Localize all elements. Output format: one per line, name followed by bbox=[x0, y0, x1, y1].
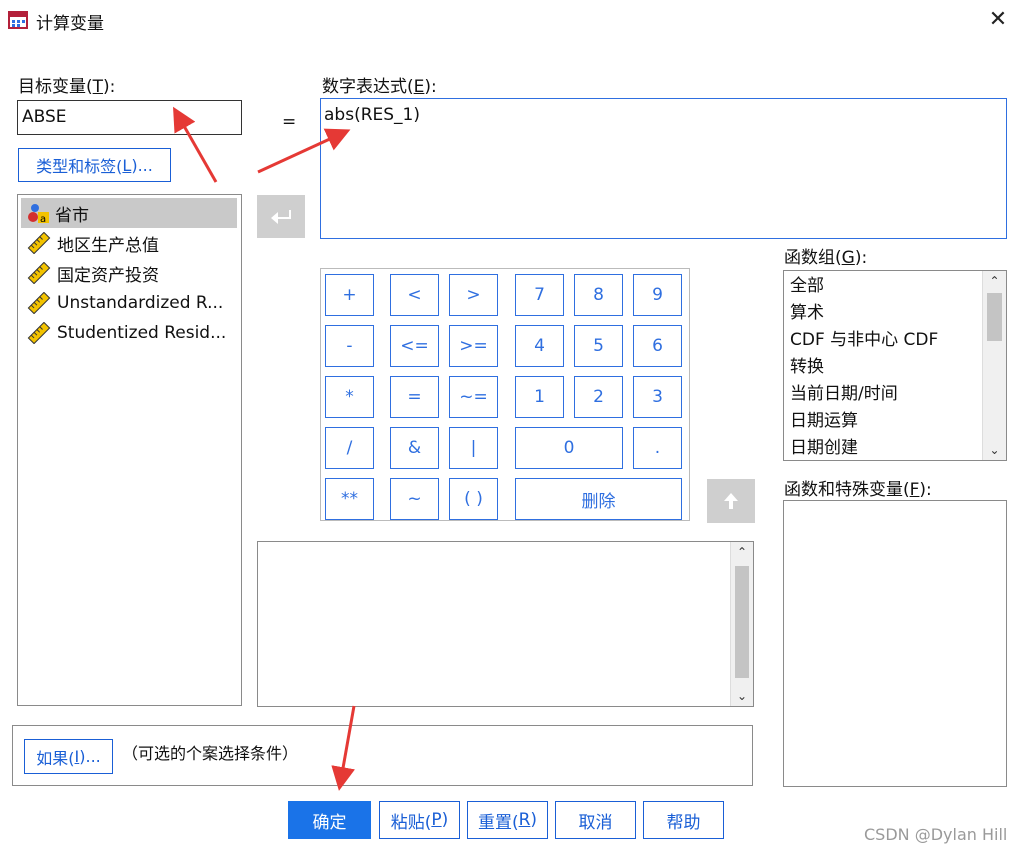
key-not-equal[interactable]: ~= bbox=[449, 376, 498, 418]
function-group-list[interactable]: 全部 算术 CDF 与非中心 CDF 转换 当前日期/时间 日期运算 日期创建 … bbox=[783, 270, 1007, 461]
list-item[interactable]: Studentized Resid... bbox=[21, 318, 237, 348]
close-icon[interactable]: ✕ bbox=[986, 8, 1010, 32]
list-item[interactable]: 当前日期/时间 bbox=[784, 381, 980, 408]
variable-list[interactable]: a 省市 地区生产总值 国定资产投资 Unstandardized R... S… bbox=[17, 194, 242, 706]
scroll-thumb[interactable] bbox=[987, 293, 1002, 341]
key-0[interactable]: 0 bbox=[515, 427, 623, 469]
function-group-label: 函数组(G): bbox=[784, 248, 868, 268]
key-8[interactable]: 8 bbox=[574, 274, 623, 316]
arrow-left-icon bbox=[271, 209, 291, 224]
list-item[interactable]: Unstandardized R... bbox=[21, 288, 237, 318]
reset-button[interactable]: 重置(R) bbox=[467, 801, 548, 839]
list-item[interactable]: 算术 bbox=[784, 300, 980, 327]
paste-button[interactable]: 粘贴(P) bbox=[379, 801, 460, 839]
key-5[interactable]: 5 bbox=[574, 325, 623, 367]
key-1[interactable]: 1 bbox=[515, 376, 564, 418]
key-greater-than[interactable]: > bbox=[449, 274, 498, 316]
arrow-up-icon bbox=[724, 493, 738, 509]
variable-label: Studentized Resid... bbox=[57, 323, 227, 343]
list-item[interactable]: CDF 与非中心 CDF bbox=[784, 327, 980, 354]
scale-ruler-icon bbox=[27, 232, 51, 254]
ok-button[interactable]: 确定 bbox=[288, 801, 371, 839]
scale-ruler-icon bbox=[27, 322, 51, 344]
variable-label: 国定资产投资 bbox=[57, 265, 159, 286]
list-item[interactable]: 全部 bbox=[784, 273, 980, 300]
key-plus[interactable]: + bbox=[325, 274, 374, 316]
key-or[interactable]: | bbox=[449, 427, 498, 469]
title-bar: 计算变量 ✕ bbox=[0, 0, 1024, 40]
expression-input[interactable]: abs(RES_1) bbox=[320, 98, 1007, 239]
description-scrollbar[interactable]: ⌃ ⌄ bbox=[730, 542, 753, 706]
help-button[interactable]: 帮助 bbox=[643, 801, 724, 839]
scroll-down-icon[interactable]: ⌄ bbox=[983, 440, 1006, 460]
key-delete[interactable]: 删除 bbox=[515, 478, 682, 520]
expression-label: 数字表达式(E): bbox=[322, 77, 437, 97]
key-6[interactable]: 6 bbox=[633, 325, 682, 367]
list-item[interactable]: a 省市 bbox=[21, 198, 237, 228]
cancel-button[interactable]: 取消 bbox=[555, 801, 636, 839]
key-greater-equal[interactable]: >= bbox=[449, 325, 498, 367]
key-equals[interactable]: = bbox=[390, 376, 439, 418]
target-variable-label: 目标变量(T): bbox=[18, 77, 116, 97]
variable-label: Unstandardized R... bbox=[57, 293, 224, 313]
scroll-up-icon[interactable]: ⌃ bbox=[731, 542, 753, 562]
key-4[interactable]: 4 bbox=[515, 325, 564, 367]
nominal-string-icon: a bbox=[28, 204, 49, 224]
key-not[interactable]: ~ bbox=[390, 478, 439, 520]
list-item[interactable]: 日期运算 bbox=[784, 408, 980, 435]
key-9[interactable]: 9 bbox=[633, 274, 682, 316]
list-item[interactable]: 地区生产总值 bbox=[21, 228, 237, 258]
scroll-up-icon[interactable]: ⌃ bbox=[983, 271, 1006, 291]
list-item[interactable]: 日期创建 bbox=[784, 435, 980, 462]
key-3[interactable]: 3 bbox=[633, 376, 682, 418]
key-less-equal[interactable]: <= bbox=[390, 325, 439, 367]
scroll-down-icon[interactable]: ⌄ bbox=[731, 686, 753, 706]
key-and[interactable]: & bbox=[390, 427, 439, 469]
functions-label: 函数和特殊变量(F): bbox=[784, 480, 932, 500]
scale-ruler-icon bbox=[27, 292, 51, 314]
calculator-app-icon bbox=[8, 11, 28, 29]
key-2[interactable]: 2 bbox=[574, 376, 623, 418]
key-multiply[interactable]: * bbox=[325, 376, 374, 418]
if-hint-text: （可选的个案选择条件） bbox=[122, 744, 299, 763]
key-less-than[interactable]: < bbox=[390, 274, 439, 316]
equals-sign: = bbox=[282, 112, 297, 132]
variable-label: 地区生产总值 bbox=[57, 235, 159, 256]
type-and-label-button[interactable]: 类型和标签(L)... bbox=[18, 148, 171, 182]
function-group-scrollbar[interactable]: ⌃ ⌄ bbox=[982, 271, 1006, 460]
target-variable-input[interactable]: ABSE bbox=[17, 100, 242, 135]
key-power[interactable]: ** bbox=[325, 478, 374, 520]
key-parentheses[interactable]: ( ) bbox=[449, 478, 498, 520]
insert-function-button[interactable] bbox=[707, 479, 755, 523]
list-item[interactable]: 转换 bbox=[784, 354, 980, 381]
key-7[interactable]: 7 bbox=[515, 274, 564, 316]
list-item[interactable]: 国定资产投资 bbox=[21, 258, 237, 288]
functions-list[interactable] bbox=[783, 500, 1007, 787]
variable-label: 省市 bbox=[55, 205, 89, 226]
window-title: 计算变量 bbox=[36, 14, 104, 34]
if-button[interactable]: 如果(I)... bbox=[24, 739, 113, 774]
watermark: CSDN @Dylan Hill bbox=[864, 825, 1008, 844]
scroll-thumb[interactable] bbox=[735, 566, 749, 678]
scale-ruler-icon bbox=[27, 262, 51, 284]
svg-text:a: a bbox=[40, 214, 46, 224]
move-to-expression-button[interactable] bbox=[257, 195, 305, 238]
key-dot[interactable]: . bbox=[633, 427, 682, 469]
key-divide[interactable]: / bbox=[325, 427, 374, 469]
function-description: ⌃ ⌄ bbox=[257, 541, 754, 707]
key-minus[interactable]: - bbox=[325, 325, 374, 367]
